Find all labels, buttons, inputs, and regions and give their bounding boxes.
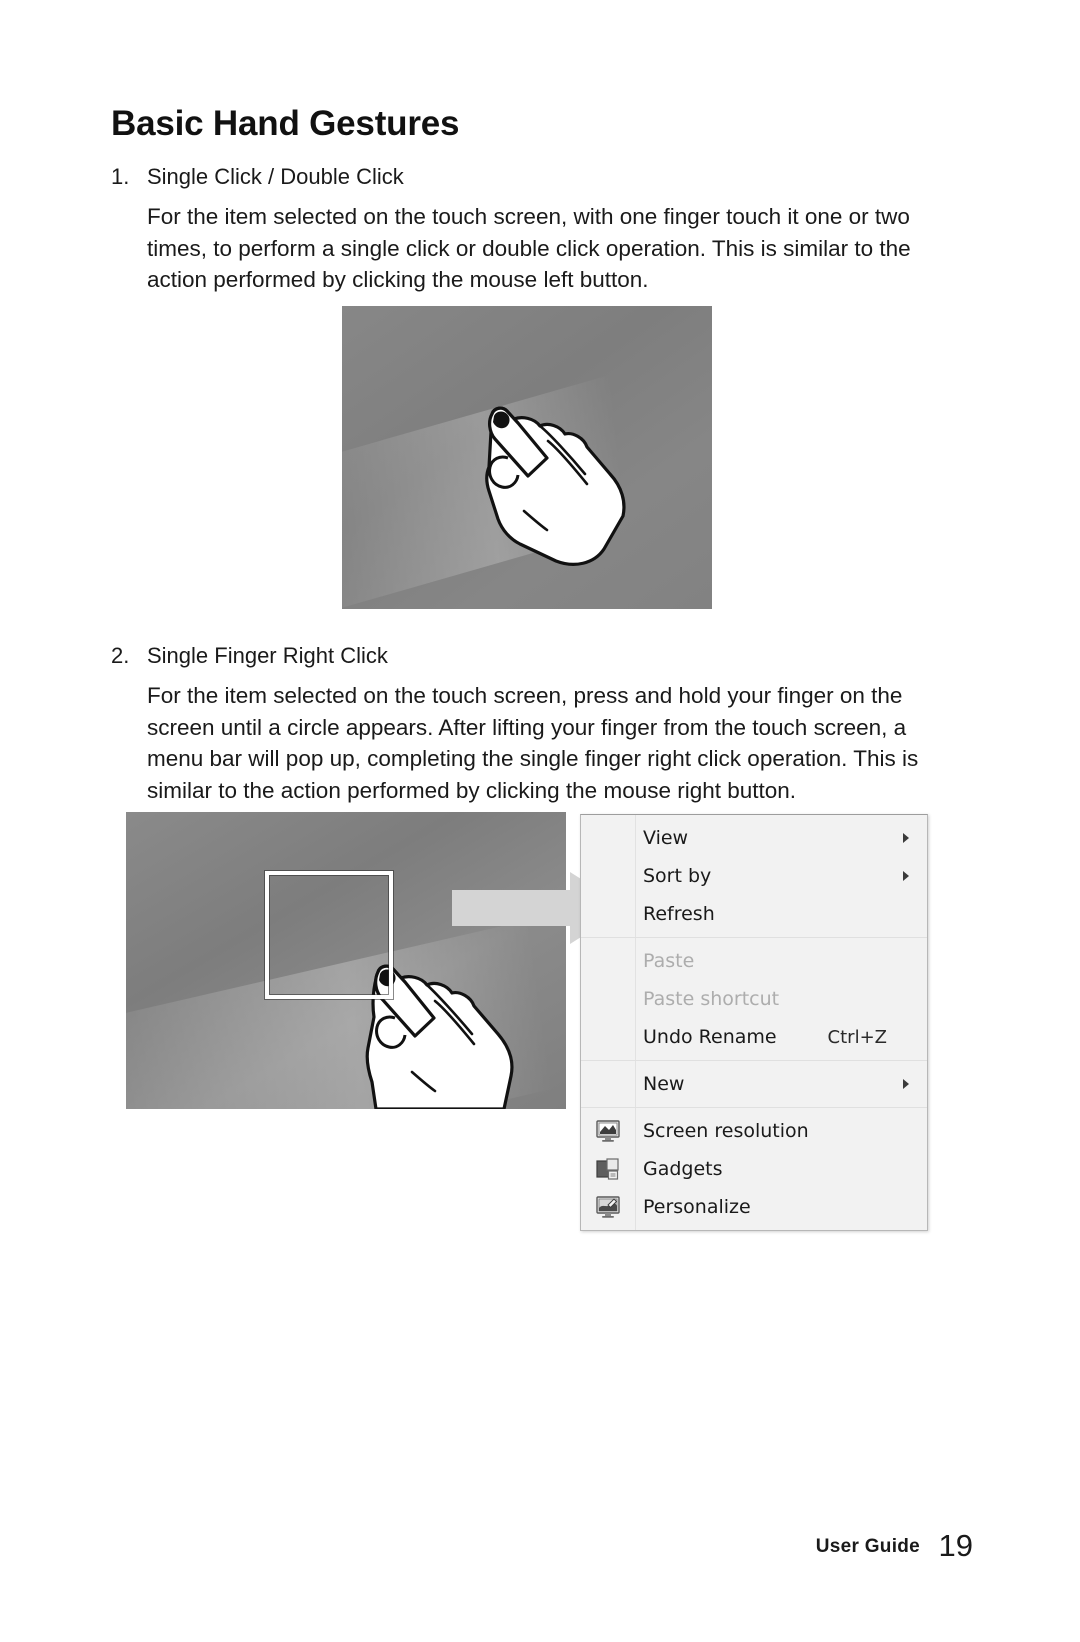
list-item-single-click: 1. Single Click / Double Click For the i… [111,162,951,296]
list-item-heading: 2. Single Finger Right Click [111,641,951,671]
monitor-icon [596,1120,620,1142]
menu-item-label: Personalize [643,1196,751,1218]
chevron-right-icon [903,833,909,843]
list-item-body: For the item selected on the touch scree… [147,204,911,292]
menu-item-label: Sort by [643,865,712,887]
chevron-right-icon [903,1079,909,1089]
list-item-number: 2. [111,643,130,668]
list-item-right-click: 2. Single Finger Right Click For the ite… [111,641,951,806]
list-item-heading: 1. Single Click / Double Click [111,162,951,192]
menu-item-refresh[interactable]: Refresh [581,895,927,933]
footer-label: User Guide [815,1536,921,1557]
personalize-icon [596,1196,620,1218]
menu-group-paste: Paste Paste shortcut Undo Rename Ctrl+Z [581,937,927,1060]
menu-item-paste: Paste [581,942,927,980]
figure-single-click [342,306,712,609]
menu-item-sort-by[interactable]: Sort by [581,857,927,895]
page-title: Basic Hand Gestures [111,104,460,143]
page-number: 19 [938,1528,973,1563]
selected-item-square [265,871,393,999]
list-item-title: Single Finger Right Click [147,643,388,668]
gadgets-icon [596,1158,619,1180]
menu-item-gadgets[interactable]: Gadgets [581,1150,927,1188]
menu-item-label: Undo Rename [643,1026,777,1048]
menu-group-view: View Sort by Refresh [581,815,927,937]
chevron-right-icon [903,871,909,881]
menu-item-personalize[interactable]: Personalize [581,1188,927,1226]
list-item-number: 1. [111,164,130,189]
menu-item-label: View [643,827,689,849]
list-item-title: Single Click / Double Click [147,164,404,189]
menu-item-paste-shortcut: Paste shortcut [581,980,927,1018]
desktop-context-menu[interactable]: View Sort by Refresh Paste Paste shortcu… [580,814,928,1231]
menu-item-label: New [643,1073,685,1095]
menu-item-screen-resolution[interactable]: Screen resolution [581,1112,927,1150]
menu-item-new[interactable]: New [581,1065,927,1103]
document-page: Basic Hand Gestures 1. Single Click / Do… [0,0,1080,1642]
menu-item-label: Paste shortcut [643,988,780,1010]
menu-group-display: Screen resolution Gadgets Personalize [581,1107,927,1230]
menu-item-label: Refresh [643,903,715,925]
menu-item-label: Gadgets [643,1158,723,1180]
menu-item-label: Paste [643,950,695,972]
page-footer: User Guide 19 [0,1528,1080,1564]
hand-pointing-icon [485,406,626,566]
menu-item-undo-rename[interactable]: Undo Rename Ctrl+Z [581,1018,927,1056]
menu-item-shortcut: Ctrl+Z [827,1026,887,1048]
menu-item-label: Screen resolution [643,1120,809,1142]
menu-group-new: New [581,1060,927,1107]
list-item-body: For the item selected on the touch scree… [147,683,919,803]
menu-item-view[interactable]: View [581,819,927,857]
